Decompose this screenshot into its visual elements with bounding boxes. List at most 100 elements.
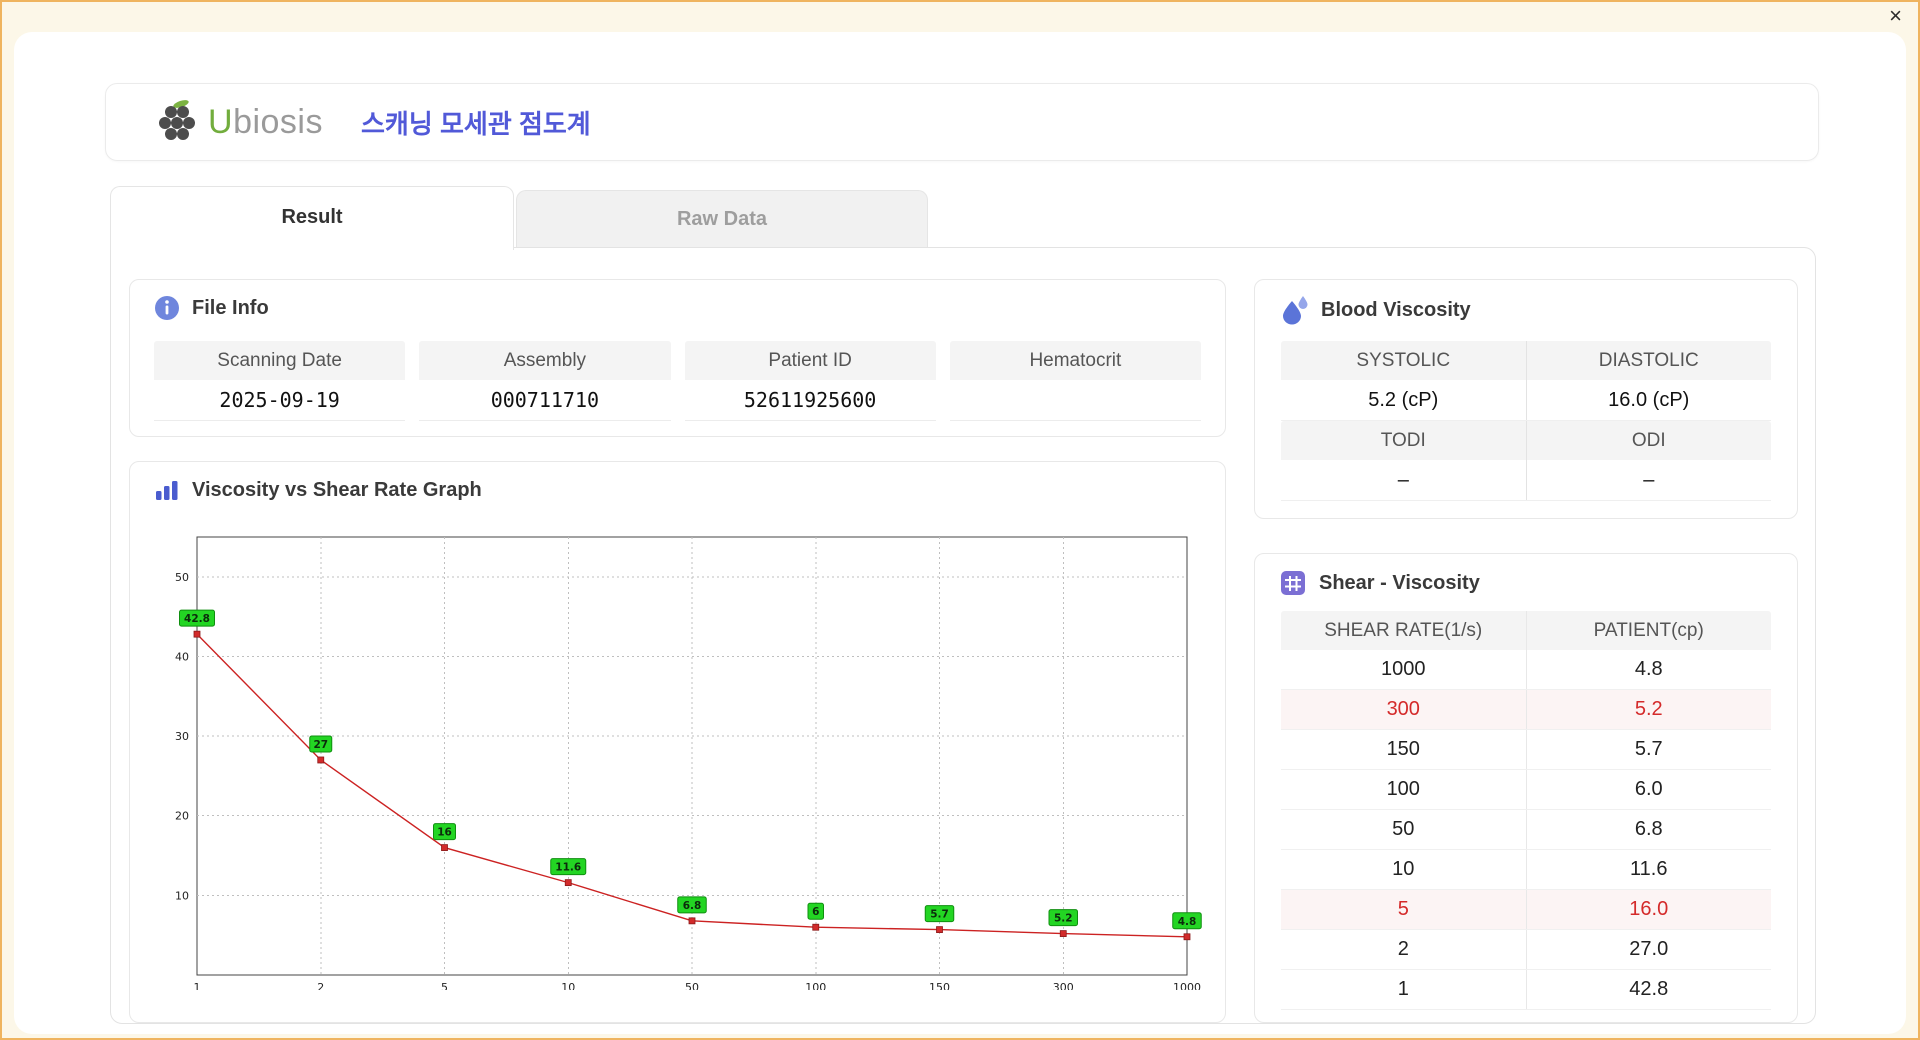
patient-cell: 4.8: [1634, 658, 1663, 680]
svg-text:30: 30: [175, 730, 189, 743]
shear-rate-cell: 5: [1281, 890, 1527, 929]
patient-cell: 42.8: [1629, 978, 1669, 1000]
bv-value: 16.0 (cP): [1608, 389, 1690, 411]
graph-title-row: Viscosity vs Shear Rate Graph: [154, 477, 482, 503]
blood-viscosity-title: Blood Viscosity: [1321, 298, 1471, 321]
svg-text:5.7: 5.7: [930, 909, 949, 921]
shear-rate-cell: 300: [1281, 690, 1527, 729]
svg-text:16: 16: [437, 827, 452, 839]
file-info-field: Assembly 000711710: [419, 341, 671, 421]
svg-text:5.2: 5.2: [1054, 913, 1073, 925]
file-info-field: Patient ID 52611925600: [684, 341, 936, 421]
table-row: 1 42.8: [1281, 970, 1771, 1010]
table-row: 150 5.7: [1281, 730, 1771, 770]
bv-value: –: [1643, 469, 1655, 491]
sv-table-header: SHEAR RATE(1/s) PATIENT(cp): [1281, 611, 1771, 650]
bv-value-row: – –: [1281, 460, 1771, 501]
shear-rate-cell: 100: [1281, 770, 1527, 809]
bv-label: TODI: [1281, 421, 1527, 460]
svg-text:6: 6: [812, 906, 819, 918]
field-value: 000711710: [419, 380, 671, 421]
svg-text:42.8: 42.8: [184, 613, 210, 625]
field-value: 52611925600: [684, 380, 936, 421]
svg-text:11.6: 11.6: [555, 862, 581, 874]
shear-viscosity-title: Shear - Viscosity: [1319, 571, 1480, 594]
content-panel: File Info Scanning Date 2025-09-19 Assembl…: [110, 247, 1816, 1024]
field-label: Assembly: [419, 341, 671, 380]
svg-text:10: 10: [561, 981, 575, 990]
droplet-icon: [1283, 296, 1308, 325]
app-title: 스캐닝 모세관 점도계: [361, 108, 591, 139]
table-row: 10 11.6: [1281, 850, 1771, 890]
logo-text: Ubiosis: [208, 103, 323, 142]
svg-text:2: 2: [317, 981, 324, 990]
patient-cell: 6.0: [1634, 778, 1663, 800]
blood-viscosity-card: Blood Viscosity SYSTOLIC DIASTOLIC 5.2 (cP…: [1254, 279, 1798, 519]
table-row: 50 6.8: [1281, 810, 1771, 850]
info-icon: [155, 296, 179, 320]
shear-rate-cell: 10: [1281, 850, 1527, 889]
svg-text:150: 150: [929, 981, 950, 990]
svg-text:6.8: 6.8: [683, 900, 702, 912]
table-row: 300 5.2: [1281, 690, 1771, 730]
file-info-title-row: File Info: [154, 295, 269, 321]
sv-table: SHEAR RATE(1/s) PATIENT(cp) 1000 4.8 300 5.…: [1281, 611, 1771, 1010]
sv-col-patient: PATIENT(cp): [1593, 620, 1704, 641]
ubiosis-logo: Ubiosis: [154, 99, 323, 145]
field-value: [949, 380, 1201, 421]
bv-label: DIASTOLIC: [1598, 350, 1699, 371]
shear-rate-cell: 2: [1281, 930, 1527, 969]
header-card: Ubiosis 스캐닝 모세관 점도계: [105, 83, 1819, 161]
bv-value: –: [1281, 460, 1527, 500]
shear-rate-cell: 150: [1281, 730, 1527, 769]
svg-text:4.8: 4.8: [1178, 916, 1197, 928]
patient-cell: 27.0: [1629, 938, 1669, 960]
bv-label: ODI: [1631, 430, 1666, 451]
bv-header-row: SYSTOLIC DIASTOLIC: [1281, 341, 1771, 380]
svg-text:1: 1: [194, 981, 201, 990]
svg-text:27: 27: [313, 739, 328, 751]
table-row: 5 16.0: [1281, 890, 1771, 930]
svg-text:50: 50: [685, 981, 699, 990]
logo-text-u: U: [208, 102, 234, 141]
field-label: Scanning Date: [154, 341, 406, 380]
shear-rate-cell: 1000: [1281, 650, 1527, 689]
shear-viscosity-card: Shear - Viscosity SHEAR RATE(1/s) PATIEN…: [1254, 553, 1798, 1023]
graph-card: Viscosity vs Shear Rate Graph 10 20 30 40 50…: [129, 461, 1226, 1023]
logo-text-biosis: biosis: [233, 102, 323, 141]
file-info-fields: Scanning Date 2025-09-19 Assembly 000711710…: [154, 341, 1201, 421]
sv-col-shear-rate: SHEAR RATE(1/s): [1281, 611, 1527, 650]
patient-cell: 5.2: [1634, 698, 1663, 720]
field-value: 2025-09-19: [154, 380, 406, 421]
bv-table: SYSTOLIC DIASTOLIC 5.2 (cP) 16.0 (cP) TODI OD…: [1281, 341, 1771, 501]
svg-text:20: 20: [175, 810, 189, 823]
svg-text:100: 100: [805, 981, 826, 990]
shear-viscosity-title-row: Shear - Viscosity: [1279, 569, 1480, 597]
tab-result[interactable]: Result: [110, 186, 514, 250]
bv-header-row: TODI ODI: [1281, 421, 1771, 460]
viscosity-chart: 10 20 30 40 50 1 2 5 10 50 100 150 300 1000 42.8 27 16 11…: [175, 536, 1202, 990]
svg-text:40: 40: [175, 650, 189, 663]
table-row: 2 27.0: [1281, 930, 1771, 970]
bar-chart-icon: [156, 481, 178, 500]
grape-cluster-icon: [159, 100, 195, 140]
close-icon[interactable]: ×: [1889, 3, 1902, 29]
table-row: 1000 4.8: [1281, 650, 1771, 690]
svg-text:10: 10: [175, 889, 189, 902]
blood-viscosity-title-row: Blood Viscosity: [1279, 295, 1471, 325]
bv-value-row: 5.2 (cP) 16.0 (cP): [1281, 380, 1771, 421]
file-info-field: Hematocrit: [949, 341, 1201, 421]
bv-value: 5.2 (cP): [1281, 380, 1527, 420]
bv-label: SYSTOLIC: [1281, 341, 1527, 380]
patient-cell: 5.7: [1634, 738, 1663, 760]
patient-cell: 11.6: [1630, 858, 1668, 880]
tab-raw-data[interactable]: Raw Data: [516, 190, 928, 248]
field-label: Patient ID: [684, 341, 936, 380]
patient-cell: 6.8: [1634, 818, 1663, 840]
table-row: 100 6.0: [1281, 770, 1771, 810]
svg-text:50: 50: [175, 571, 189, 584]
patient-cell: 16.0: [1629, 898, 1669, 920]
sv-table-body: 1000 4.8 300 5.2 150 5.7 100 6.0 50 6.8 10 11.6 5 16.…: [1281, 650, 1771, 1010]
svg-text:1000: 1000: [1173, 981, 1201, 990]
graph-title: Viscosity vs Shear Rate Graph: [192, 478, 482, 501]
